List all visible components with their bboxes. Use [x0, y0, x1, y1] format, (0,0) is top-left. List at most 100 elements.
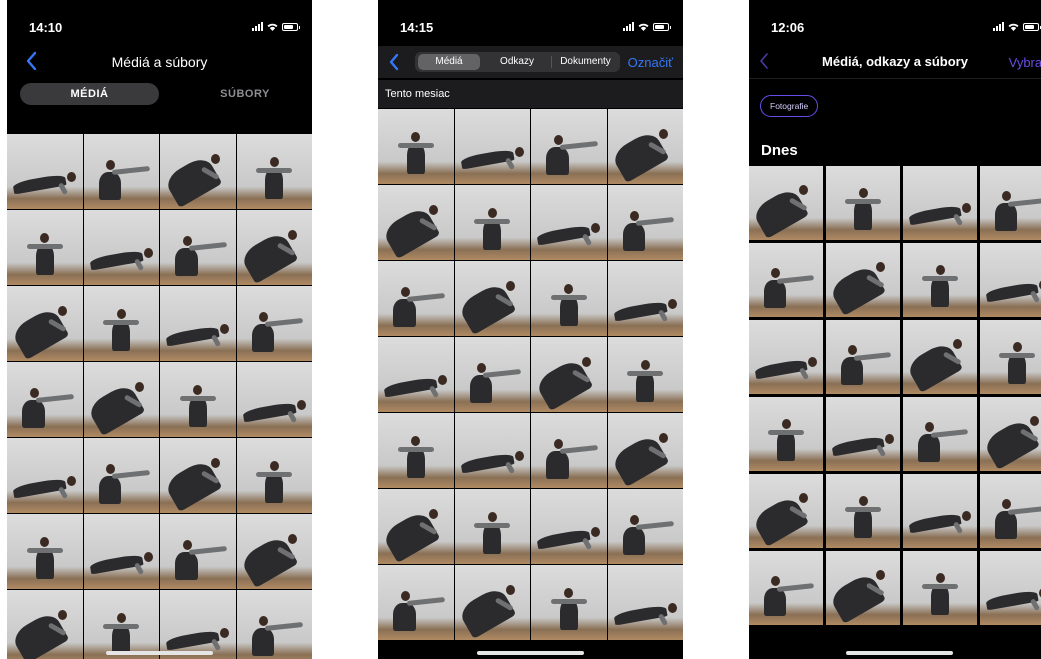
photo-thumbnail[interactable]: [454, 565, 530, 640]
photo-thumbnail[interactable]: [7, 590, 83, 659]
photo-thumbnail[interactable]: [749, 320, 823, 394]
photo-thumbnail[interactable]: [826, 166, 900, 240]
photo-thumbnail[interactable]: [236, 134, 312, 209]
photo-thumbnail[interactable]: [378, 413, 454, 488]
photo-thumbnail[interactable]: [980, 474, 1041, 548]
photo-thumbnail[interactable]: [826, 320, 900, 394]
photo-thumbnail[interactable]: [7, 438, 83, 513]
photo-thumbnail[interactable]: [607, 413, 683, 488]
photo-thumbnail[interactable]: [980, 551, 1041, 625]
photo-thumbnail[interactable]: [749, 397, 823, 471]
photo-thumbnail[interactable]: [236, 590, 312, 659]
tab-media[interactable]: MÉDIÁ: [20, 83, 159, 105]
filter-chip-photos[interactable]: Fotografie: [760, 95, 819, 117]
photo-thumbnail[interactable]: [531, 185, 607, 260]
photo-thumbnail[interactable]: [454, 489, 530, 564]
photo-thumbnail[interactable]: [454, 109, 530, 184]
figure-body: [393, 298, 416, 327]
photo-thumbnail[interactable]: [607, 109, 683, 184]
photo-thumbnail[interactable]: [83, 514, 159, 589]
photo-thumbnail[interactable]: [749, 551, 823, 625]
photo-thumbnail[interactable]: [7, 134, 83, 209]
photo-thumbnail[interactable]: [531, 337, 607, 412]
photo-thumbnail[interactable]: [607, 565, 683, 640]
photo-thumbnail[interactable]: [160, 210, 236, 285]
figure-head: [953, 339, 963, 350]
photo-thumbnail[interactable]: [607, 261, 683, 336]
photo-thumbnail[interactable]: [749, 166, 823, 240]
photo-thumbnail[interactable]: [531, 261, 607, 336]
tab-files[interactable]: SÚBORY: [190, 83, 300, 105]
figure-head: [799, 185, 809, 196]
photo-thumbnail[interactable]: [236, 286, 312, 361]
photo-thumbnail[interactable]: [83, 438, 159, 513]
photo-thumbnail[interactable]: [607, 185, 683, 260]
photo-thumbnail[interactable]: [980, 397, 1041, 471]
photo-thumbnail[interactable]: [7, 362, 83, 437]
photo-thumbnail[interactable]: [454, 261, 530, 336]
photo-thumbnail[interactable]: [749, 243, 823, 317]
select-button[interactable]: Vybrať: [1009, 55, 1041, 70]
photo-thumbnail[interactable]: [980, 320, 1041, 394]
photo-thumbnail[interactable]: [160, 362, 236, 437]
photo-thumbnail[interactable]: [826, 397, 900, 471]
photo-thumbnail[interactable]: [980, 243, 1041, 317]
photo-thumbnail[interactable]: [531, 109, 607, 184]
photo-thumbnail[interactable]: [83, 134, 159, 209]
photo-thumbnail[interactable]: [749, 474, 823, 548]
photo-thumbnail[interactable]: [378, 185, 454, 260]
photo-thumbnail[interactable]: [83, 362, 159, 437]
figure-body: [175, 247, 198, 276]
photo-thumbnail[interactable]: [83, 286, 159, 361]
figure-head: [40, 536, 50, 547]
photo-thumbnail[interactable]: [160, 514, 236, 589]
photo-thumbnail[interactable]: [83, 210, 159, 285]
figure-arm: [256, 167, 293, 173]
tab-documents[interactable]: Dokumenty: [551, 52, 620, 72]
photo-thumbnail[interactable]: [903, 397, 977, 471]
photo-thumbnail[interactable]: [531, 489, 607, 564]
photo-thumbnail[interactable]: [903, 166, 977, 240]
photo-thumbnail[interactable]: [607, 337, 683, 412]
photo-thumbnail[interactable]: [236, 362, 312, 437]
photo-thumbnail[interactable]: [7, 210, 83, 285]
tab-media[interactable]: Médiá: [418, 54, 480, 70]
photo-thumbnail[interactable]: [454, 413, 530, 488]
back-chevron-icon[interactable]: [386, 52, 402, 72]
photo-thumbnail[interactable]: [378, 261, 454, 336]
photo-thumbnail[interactable]: [531, 565, 607, 640]
photo-thumbnail[interactable]: [903, 320, 977, 394]
photo-thumbnail[interactable]: [236, 210, 312, 285]
photo-thumbnail[interactable]: [826, 551, 900, 625]
figure-arm: [210, 333, 222, 347]
figure-head: [667, 298, 677, 309]
figure-head: [220, 627, 230, 638]
photo-thumbnail[interactable]: [980, 166, 1041, 240]
photo-thumbnail[interactable]: [7, 286, 83, 361]
photo-thumbnail[interactable]: [903, 474, 977, 548]
photo-thumbnail[interactable]: [826, 474, 900, 548]
photo-thumbnail[interactable]: [236, 514, 312, 589]
photo-thumbnail[interactable]: [903, 551, 977, 625]
photo-thumbnail[interactable]: [160, 590, 236, 659]
photo-thumbnail[interactable]: [378, 565, 454, 640]
photo-thumbnail[interactable]: [83, 590, 159, 659]
photo-thumbnail[interactable]: [531, 413, 607, 488]
figure-body: [622, 222, 646, 251]
photo-thumbnail[interactable]: [454, 337, 530, 412]
figure-arm: [474, 522, 511, 528]
photo-thumbnail[interactable]: [236, 438, 312, 513]
photo-thumbnail[interactable]: [160, 134, 236, 209]
tab-links[interactable]: Odkazy: [483, 52, 551, 72]
photo-thumbnail[interactable]: [7, 514, 83, 589]
photo-thumbnail[interactable]: [903, 243, 977, 317]
photo-thumbnail[interactable]: [607, 489, 683, 564]
photo-thumbnail[interactable]: [454, 185, 530, 260]
photo-thumbnail[interactable]: [378, 109, 454, 184]
select-button[interactable]: Označiť: [628, 55, 673, 70]
photo-thumbnail[interactable]: [160, 286, 236, 361]
photo-thumbnail[interactable]: [160, 438, 236, 513]
photo-thumbnail[interactable]: [826, 243, 900, 317]
photo-thumbnail[interactable]: [378, 337, 454, 412]
photo-thumbnail[interactable]: [378, 489, 454, 564]
